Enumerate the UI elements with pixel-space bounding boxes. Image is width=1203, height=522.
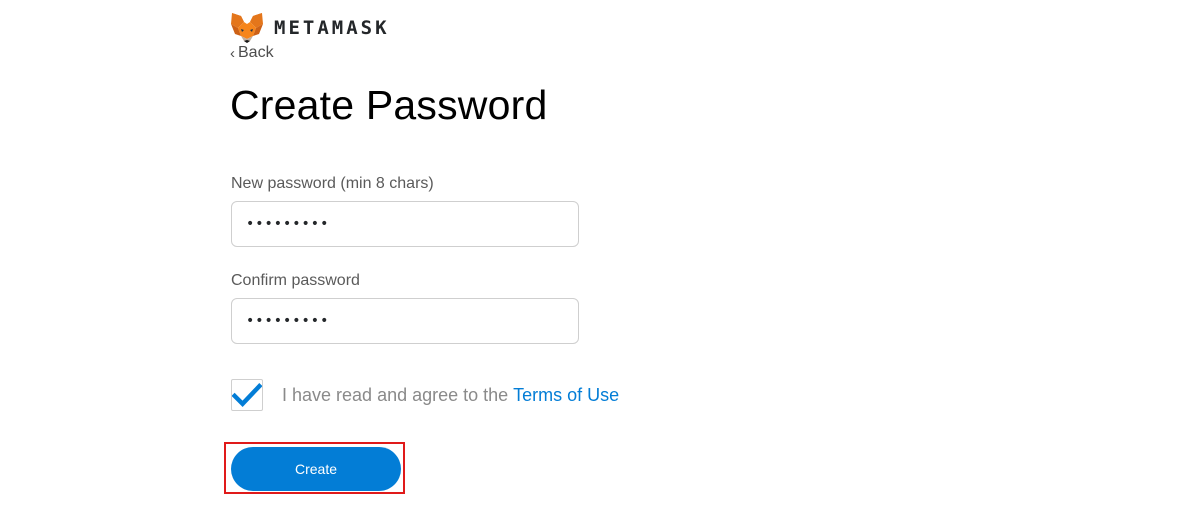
chevron-left-icon: ‹ <box>230 44 235 62</box>
back-link-label: Back <box>238 44 274 61</box>
new-password-field[interactable] <box>231 201 579 247</box>
confirm-password-label: Confirm password <box>231 272 360 289</box>
confirm-password-field[interactable] <box>231 298 579 344</box>
terms-checkbox[interactable] <box>231 379 263 411</box>
checkmark-icon <box>232 383 262 407</box>
terms-agreement-text: I have read and agree to the <box>282 384 509 405</box>
brand-wordmark: METAMASK <box>274 17 390 39</box>
metamask-fox-icon <box>231 13 263 43</box>
terms-of-use-link[interactable]: Terms of Use <box>513 385 619 406</box>
create-password-page: METAMASK ‹ Back Create Password New pass… <box>0 0 1203 522</box>
terms-agreement-row: I have read and agree to the Terms of Us… <box>231 377 619 413</box>
brand-header: METAMASK <box>230 12 390 44</box>
new-password-label: New password (min 8 chars) <box>231 175 434 192</box>
page-title: Create Password <box>230 82 548 128</box>
create-button[interactable]: Create <box>231 447 401 491</box>
back-link[interactable]: ‹ Back <box>230 44 274 62</box>
